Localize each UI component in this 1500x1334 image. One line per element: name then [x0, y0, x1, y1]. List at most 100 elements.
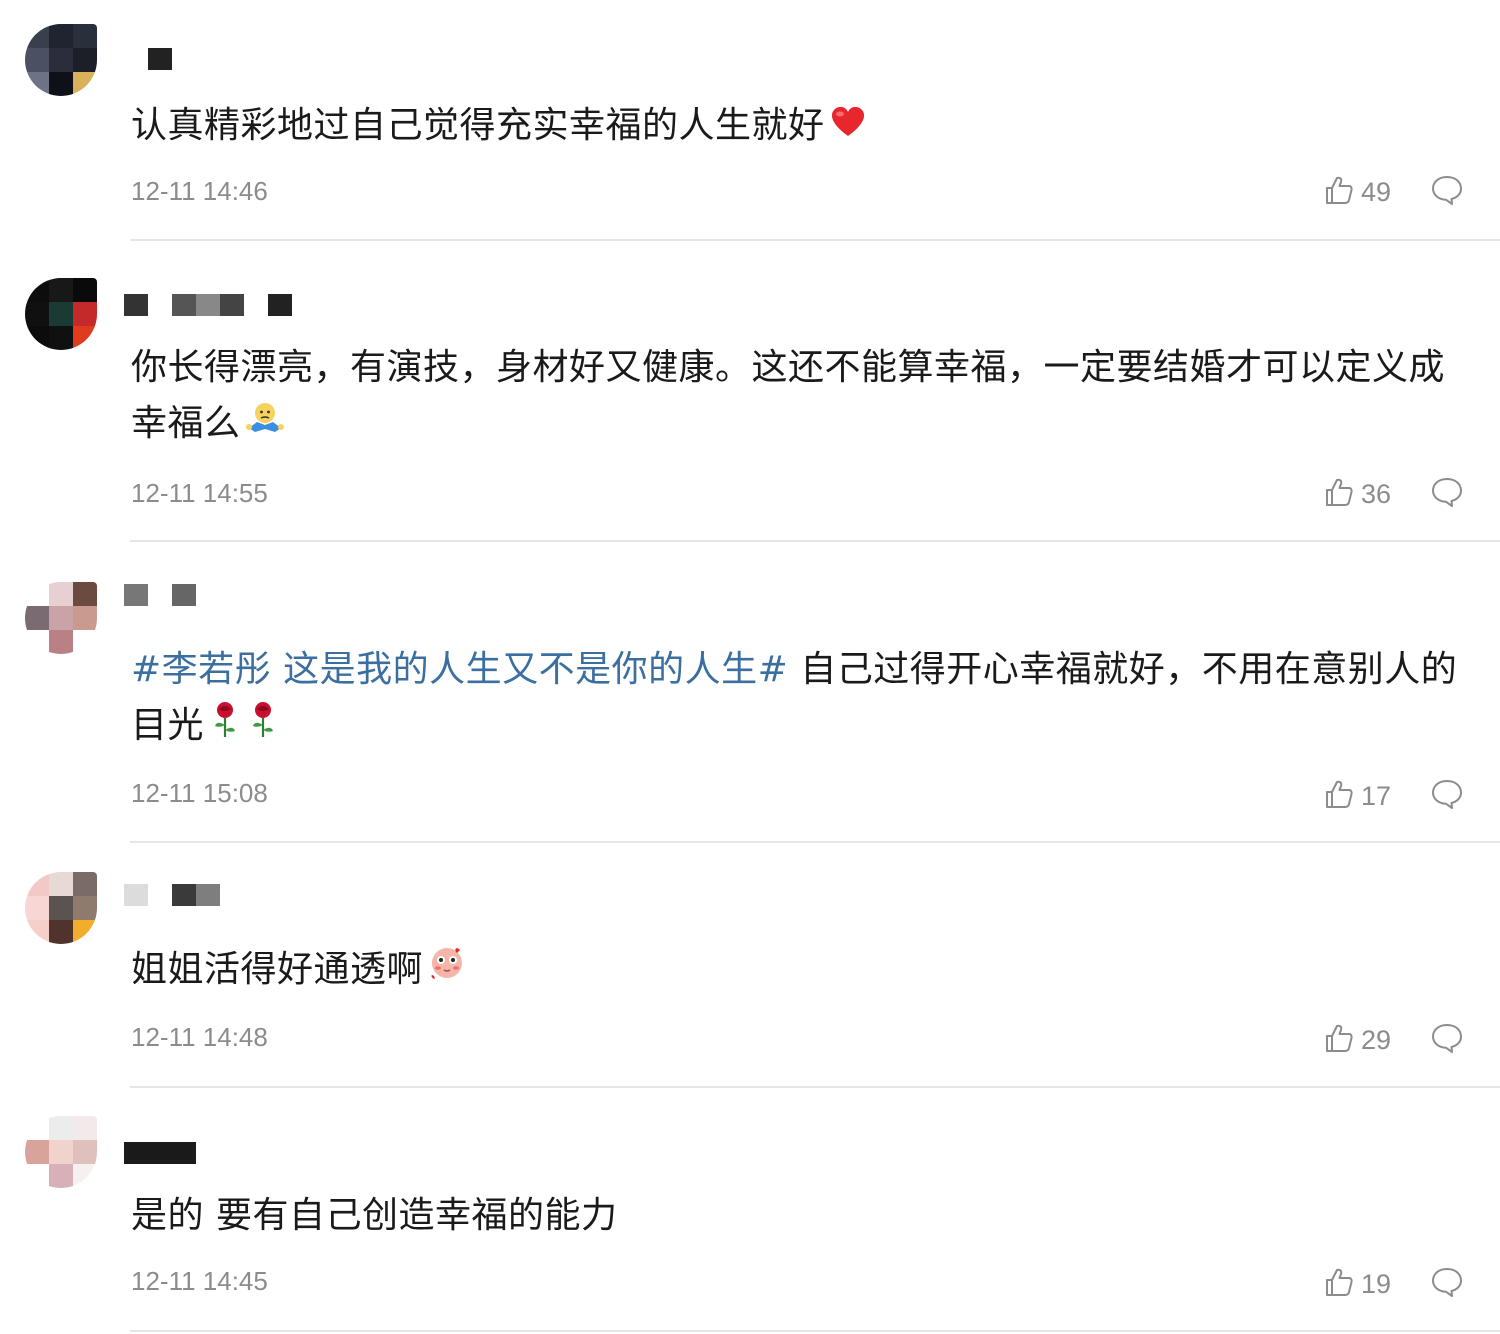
- avatar-mosaic-cell: [73, 278, 97, 302]
- thumbs-up-icon: [1323, 1022, 1355, 1058]
- username-mosaic-block: [124, 584, 148, 606]
- like-count: 17: [1361, 780, 1392, 811]
- shrug-emoji: [245, 397, 285, 453]
- avatar-mosaic-cell: [73, 920, 97, 944]
- username-mosaic-block: [196, 884, 220, 906]
- username-mosaic-block: [244, 294, 268, 316]
- divider: [130, 1330, 1500, 1332]
- hashtag-link[interactable]: #李若彤 这是我的人生又不是你的人生#: [131, 649, 788, 690]
- avatar-mosaic-cell: [49, 896, 73, 920]
- username-redacted[interactable]: [124, 1140, 196, 1166]
- username-redacted[interactable]: [124, 582, 196, 608]
- avatar-mosaic-cell: [25, 72, 49, 96]
- username-mosaic-block: [196, 294, 220, 316]
- username-mosaic-block: [148, 884, 172, 906]
- username-mosaic-block: [172, 48, 196, 70]
- avatar-mosaic-cell: [73, 582, 97, 606]
- avatar[interactable]: [25, 278, 97, 350]
- reply-button[interactable]: [1430, 476, 1464, 512]
- avatar-mosaic-cell: [49, 606, 73, 630]
- avatar-mosaic-cell: [49, 920, 73, 944]
- comment-time: 12-11 14:48: [131, 1022, 268, 1052]
- reply-button[interactable]: [1430, 1022, 1464, 1058]
- divider: [130, 1086, 1500, 1088]
- avatar-mosaic-cell: [25, 1116, 49, 1140]
- like-button[interactable]: 49: [1323, 174, 1391, 210]
- username-mosaic-block: [148, 294, 172, 316]
- like-count: 36: [1361, 478, 1392, 509]
- avatar-mosaic-cell: [25, 896, 49, 920]
- username-mosaic-block: [124, 1142, 196, 1164]
- rose-emoji: [246, 699, 280, 755]
- avatar-mosaic-cell: [73, 24, 97, 48]
- avatar-mosaic-cell: [49, 872, 73, 896]
- avatar-mosaic-cell: [73, 1116, 97, 1140]
- comment-time: 12-11 15:08: [131, 778, 268, 808]
- thumbs-up-icon: [1323, 1266, 1355, 1302]
- avatar-mosaic-cell: [49, 24, 73, 48]
- username-mosaic-block: [148, 48, 172, 70]
- username-mosaic-block: [172, 584, 196, 606]
- username-mosaic-block: [148, 584, 172, 606]
- avatar-mosaic-cell: [73, 606, 97, 630]
- avatar-mosaic-cell: [49, 302, 73, 326]
- avatar-mosaic-cell: [25, 24, 49, 48]
- avatar-mosaic-cell: [49, 326, 73, 350]
- comment-text: 姐姐活得好通透啊: [131, 942, 1461, 999]
- rose-emoji: [208, 699, 242, 755]
- avatar-mosaic-cell: [73, 326, 97, 350]
- comment-time: 12-11 14:55: [131, 478, 268, 508]
- comment-text: 是的 要有自己创造幸福的能力: [131, 1195, 618, 1236]
- avatar-mosaic-cell: [25, 606, 49, 630]
- username-redacted[interactable]: [124, 882, 220, 908]
- avatar-mosaic-cell: [73, 1140, 97, 1164]
- avatar[interactable]: [25, 1116, 97, 1188]
- like-count: 29: [1361, 1024, 1392, 1055]
- avatar-mosaic-cell: [25, 302, 49, 326]
- avatar-mosaic-cell: [25, 326, 49, 350]
- comment-bubble-icon: [1430, 1024, 1464, 1058]
- like-button[interactable]: 19: [1323, 1266, 1391, 1302]
- username-mosaic-block: [124, 884, 148, 906]
- like-count: 19: [1361, 1268, 1392, 1299]
- avatar[interactable]: [25, 582, 97, 654]
- avatar-mosaic-cell: [73, 1164, 97, 1188]
- thumbs-up-icon: [1323, 476, 1355, 512]
- divider: [130, 841, 1500, 843]
- username-mosaic-block: [268, 294, 292, 316]
- avatar[interactable]: [25, 24, 97, 96]
- shy-emoji: [427, 943, 467, 999]
- comment-time: 12-11 14:46: [131, 176, 268, 206]
- avatar-mosaic-cell: [73, 630, 97, 654]
- username-redacted[interactable]: [124, 46, 196, 72]
- heart-emoji: [829, 99, 867, 155]
- comment-time: 12-11 14:45: [131, 1266, 268, 1296]
- avatar-mosaic-cell: [73, 302, 97, 326]
- comment-text: 你长得漂亮，有演技，身材好又健康。这还不能算幸福，一定要结婚才可以定义成幸福么: [131, 340, 1461, 453]
- like-button[interactable]: 17: [1323, 778, 1391, 814]
- avatar-mosaic-cell: [49, 278, 73, 302]
- comment-text: 认真精彩地过自己觉得充实幸福的人生就好: [131, 98, 1461, 155]
- avatar-mosaic-cell: [25, 630, 49, 654]
- avatar-mosaic-cell: [49, 1164, 73, 1188]
- like-button[interactable]: 36: [1323, 476, 1391, 512]
- reply-button[interactable]: [1430, 174, 1464, 210]
- comment-bubble-icon: [1430, 780, 1464, 814]
- reply-button[interactable]: [1430, 1266, 1464, 1302]
- divider: [130, 239, 1500, 241]
- avatar-mosaic-cell: [25, 920, 49, 944]
- avatar[interactable]: [25, 872, 97, 944]
- thumbs-up-icon: [1323, 174, 1355, 210]
- reply-button[interactable]: [1430, 778, 1464, 814]
- username-mosaic-block: [124, 294, 148, 316]
- username-mosaic-block: [124, 48, 148, 70]
- divider: [130, 540, 1500, 542]
- avatar-mosaic-cell: [73, 72, 97, 96]
- avatar-mosaic-cell: [73, 896, 97, 920]
- username-redacted[interactable]: [124, 292, 292, 318]
- like-button[interactable]: 29: [1323, 1022, 1391, 1058]
- avatar-mosaic-cell: [25, 48, 49, 72]
- avatar-mosaic-cell: [49, 582, 73, 606]
- thumbs-up-icon: [1323, 778, 1355, 814]
- comment-text: #李若彤 这是我的人生又不是你的人生# 自己过得开心幸福就好，不用在意别人的目光: [131, 642, 1461, 755]
